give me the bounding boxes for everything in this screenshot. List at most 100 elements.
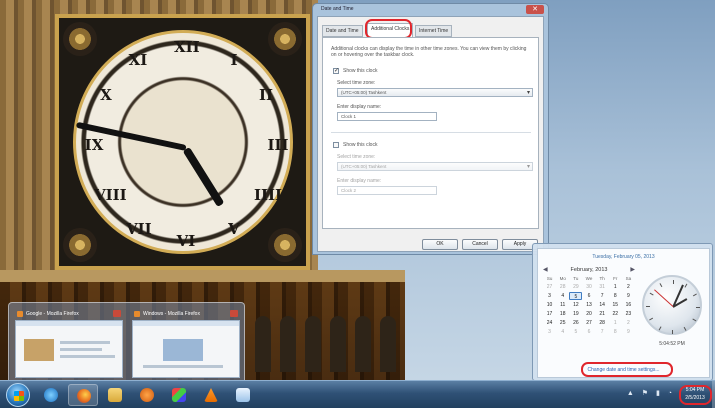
taskbar-internet-explorer[interactable] bbox=[36, 384, 66, 406]
calendar-day[interactable]: 19 bbox=[569, 310, 582, 318]
flyout-panel: Tuesday, February 05, 2013 ◀ February, 2… bbox=[537, 248, 710, 378]
dialog-body: Date and Time Additional Clocks Internet… bbox=[317, 16, 544, 252]
calendar-day[interactable]: 1 bbox=[609, 319, 622, 327]
paint-icon bbox=[172, 388, 186, 402]
show-clock-1-checkbox[interactable] bbox=[333, 67, 339, 74]
calendar-day[interactable]: 7 bbox=[596, 292, 609, 300]
tab-highlight-annotation bbox=[365, 19, 412, 39]
taskbar-media-player[interactable] bbox=[132, 384, 162, 406]
calendar-day[interactable]: 26 bbox=[569, 319, 582, 327]
calendar-day[interactable]: 22 bbox=[609, 310, 622, 318]
display-name-1-label: Enter display name: bbox=[337, 104, 382, 110]
dialog-title: Date and Time bbox=[321, 6, 354, 12]
weekday-label: Sa bbox=[625, 276, 632, 281]
calendar-day[interactable]: 12 bbox=[569, 301, 582, 309]
ok-button[interactable]: OK bbox=[422, 239, 458, 250]
calendar-day[interactable]: 6 bbox=[582, 292, 595, 300]
calendar-day[interactable]: 9 bbox=[622, 328, 635, 336]
digital-time: 5:04:52 PM bbox=[659, 341, 685, 347]
clock-face: XII I II III IIII V VI VII VIII IX X XI bbox=[73, 30, 293, 254]
calendar-day[interactable]: 28 bbox=[596, 319, 609, 327]
calendar-day[interactable]: 5 bbox=[569, 328, 582, 336]
show-clock-2-checkbox[interactable] bbox=[333, 142, 339, 148]
taskbar-thumbnail-preview: Google - Mozilla Firefox Windows - Mozil… bbox=[8, 302, 245, 384]
start-button[interactable] bbox=[6, 383, 30, 407]
taskbar-vlc[interactable] bbox=[196, 384, 226, 406]
calendar-day[interactable]: 7 bbox=[596, 328, 609, 336]
firefox-icon bbox=[17, 311, 23, 317]
windows-logo-icon bbox=[14, 391, 24, 401]
clock-highlight-annotation bbox=[679, 385, 712, 405]
month-calendar: ◀ February, 2013 ▶ Su Mo Tu We Th Fr Sa 27 28 29… bbox=[543, 265, 635, 336]
calendar-day[interactable]: 17 bbox=[543, 310, 556, 318]
weekday-label: We bbox=[585, 276, 593, 281]
calendar-day[interactable]: 1 bbox=[609, 283, 622, 291]
close-icon[interactable] bbox=[230, 310, 238, 317]
display-name-1-field[interactable]: Clock 1 bbox=[337, 112, 437, 121]
vlc-icon bbox=[204, 388, 218, 402]
display-name-2-field[interactable]: Clock 2 bbox=[337, 186, 437, 195]
calendar-day[interactable]: 24 bbox=[543, 319, 556, 327]
calendar-day[interactable]: 8 bbox=[609, 328, 622, 336]
calendar-day[interactable]: 8 bbox=[609, 292, 622, 300]
taskbar-paint[interactable] bbox=[164, 384, 194, 406]
notepad-icon bbox=[236, 388, 250, 402]
calendar-day[interactable]: 23 bbox=[622, 310, 635, 318]
next-month-button[interactable]: ▶ bbox=[630, 266, 635, 273]
cancel-button[interactable]: Cancel bbox=[462, 239, 498, 250]
calendar-day[interactable]: 9 bbox=[622, 292, 635, 300]
calendar-day[interactable]: 10 bbox=[543, 301, 556, 309]
timezone-2-select[interactable]: (UTC+05:00) Tashkent ▾ bbox=[337, 162, 533, 171]
calendar-day[interactable]: 29 bbox=[569, 283, 582, 291]
taskbar-explorer[interactable] bbox=[100, 384, 130, 406]
firefox-icon bbox=[134, 311, 140, 317]
close-icon[interactable] bbox=[113, 310, 121, 317]
calendar-day[interactable]: 6 bbox=[582, 328, 595, 336]
calendar-day[interactable]: 16 bbox=[622, 301, 635, 309]
calendar-day[interactable]: 20 bbox=[582, 310, 595, 318]
calendar-day[interactable]: 27 bbox=[582, 319, 595, 327]
window-thumbnail[interactable]: Windows - Mozilla Firefox bbox=[132, 309, 240, 379]
calendar-day[interactable]: 21 bbox=[596, 310, 609, 318]
taskbar-firefox[interactable] bbox=[68, 384, 98, 406]
calendar-day[interactable]: 27 bbox=[543, 283, 556, 291]
taskbar: ▲ ⚑ ▮ ◔ 5:04 PM 2/5/2013 bbox=[0, 380, 715, 408]
calendar-day[interactable]: 13 bbox=[582, 301, 595, 309]
calendar-day[interactable]: 3 bbox=[543, 292, 556, 300]
full-date-link[interactable]: Tuesday, February 05, 2013 bbox=[538, 254, 709, 260]
calendar-day[interactable]: 15 bbox=[609, 301, 622, 309]
notification-area[interactable]: ▲ ⚑ ▮ ◔ bbox=[627, 389, 675, 397]
calendar-day[interactable]: 3 bbox=[543, 328, 556, 336]
calendar-day[interactable]: 30 bbox=[582, 283, 595, 291]
hour-hand bbox=[182, 146, 225, 208]
calendar-day[interactable]: 4 bbox=[556, 292, 569, 300]
tab-date-and-time[interactable]: Date and Time bbox=[322, 25, 363, 37]
folder-icon bbox=[108, 388, 122, 402]
analog-clock bbox=[642, 275, 702, 335]
calendar-day[interactable]: 25 bbox=[556, 319, 569, 327]
display-name-2-label: Enter display name: bbox=[337, 178, 382, 184]
close-button[interactable]: ✕ bbox=[526, 5, 544, 14]
calendar-day[interactable]: 18 bbox=[556, 310, 569, 318]
calendar-day[interactable]: 28 bbox=[556, 283, 569, 291]
internet-explorer-icon bbox=[44, 388, 58, 402]
calendar-day[interactable]: 14 bbox=[596, 301, 609, 309]
timezone-1-label: Select time zone: bbox=[337, 80, 376, 86]
calendar-day[interactable]: 31 bbox=[596, 283, 609, 291]
taskbar-notepad[interactable] bbox=[228, 384, 258, 406]
calendar-day[interactable]: 4 bbox=[556, 328, 569, 336]
chevron-down-icon: ▾ bbox=[526, 90, 530, 96]
previous-month-button[interactable]: ◀ bbox=[543, 266, 548, 273]
second-hand bbox=[654, 289, 674, 307]
calendar-day-today[interactable]: 5 bbox=[569, 292, 583, 300]
calendar-day[interactable]: 2 bbox=[622, 283, 635, 291]
calendar-day[interactable]: 11 bbox=[556, 301, 569, 309]
show-clock-1-label: Show this clock bbox=[343, 68, 378, 74]
tab-internet-time[interactable]: Internet Time bbox=[415, 25, 453, 37]
window-thumbnail[interactable]: Google - Mozilla Firefox bbox=[15, 309, 123, 379]
calendar-day[interactable]: 2 bbox=[622, 319, 635, 327]
weekday-header: Su Mo Tu We Th Fr Sa bbox=[543, 276, 635, 281]
month-label[interactable]: February, 2013 bbox=[571, 267, 608, 273]
timezone-1-select[interactable]: (UTC+05:00) Tashkent ▾ bbox=[337, 88, 533, 97]
media-player-icon bbox=[140, 388, 154, 402]
